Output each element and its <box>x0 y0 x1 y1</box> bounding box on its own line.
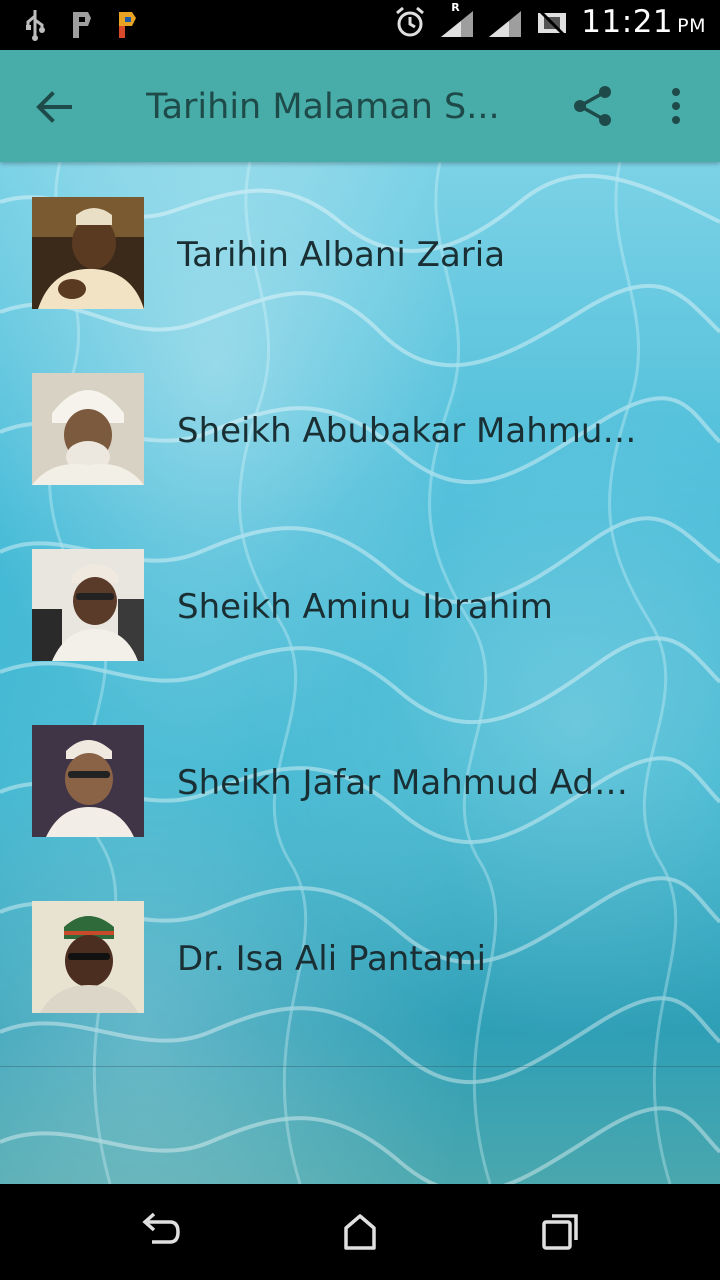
thumbnail <box>32 549 144 661</box>
list-item-label: Sheikh Jafar Mahmud Adam <box>177 763 647 803</box>
page-title: Tarihin Malaman S... <box>146 87 500 127</box>
list-item[interactable]: Sheikh Jafar Mahmud Adam <box>0 690 720 866</box>
status-time: 11:21 PM <box>581 4 706 40</box>
app-bar: Tarihin Malaman S... <box>0 50 720 162</box>
nav-back-icon[interactable] <box>136 1208 184 1256</box>
navigation-bar <box>0 1184 720 1280</box>
list-item[interactable]: Dr. Isa Ali Pantami <box>0 866 720 1042</box>
content-area: Tarihin Albani Zaria Sheikh Abubakar Mah… <box>0 162 720 1184</box>
list-item-label: Sheikh Aminu Ibrahim <box>177 587 553 627</box>
nav-home-icon[interactable] <box>336 1208 384 1256</box>
divider <box>0 1066 720 1067</box>
share-icon[interactable] <box>570 82 616 130</box>
signal-roaming-icon: R <box>439 1 475 39</box>
thumbnail <box>32 197 144 309</box>
colored-app-icon <box>119 12 136 38</box>
list-item-label: Tarihin Albani Zaria <box>177 235 506 275</box>
thumbnail <box>32 901 144 1013</box>
usb-icon <box>26 10 45 41</box>
thumbnail <box>32 373 144 485</box>
no-sim-icon <box>538 9 567 37</box>
more-vert-icon[interactable] <box>660 82 692 130</box>
arrow-back-icon[interactable] <box>30 84 78 130</box>
nav-recents-icon[interactable] <box>536 1208 584 1256</box>
list-item[interactable]: Tarihin Albani Zaria <box>0 162 720 338</box>
list-item[interactable]: Sheikh Abubakar Mahmud... <box>0 338 720 514</box>
list-item[interactable]: Sheikh Aminu Ibrahim <box>0 514 720 690</box>
roaming-mark: R <box>451 1 460 14</box>
alarm-icon <box>396 6 425 37</box>
p-app-icon <box>73 12 91 38</box>
list-item-label: Dr. Isa Ali Pantami <box>177 939 487 979</box>
signal-icon <box>489 11 522 37</box>
thumbnail <box>32 725 144 837</box>
list-item-label: Sheikh Abubakar Mahmud... <box>177 411 647 451</box>
status-bar: R 11:21 PM <box>0 0 720 50</box>
